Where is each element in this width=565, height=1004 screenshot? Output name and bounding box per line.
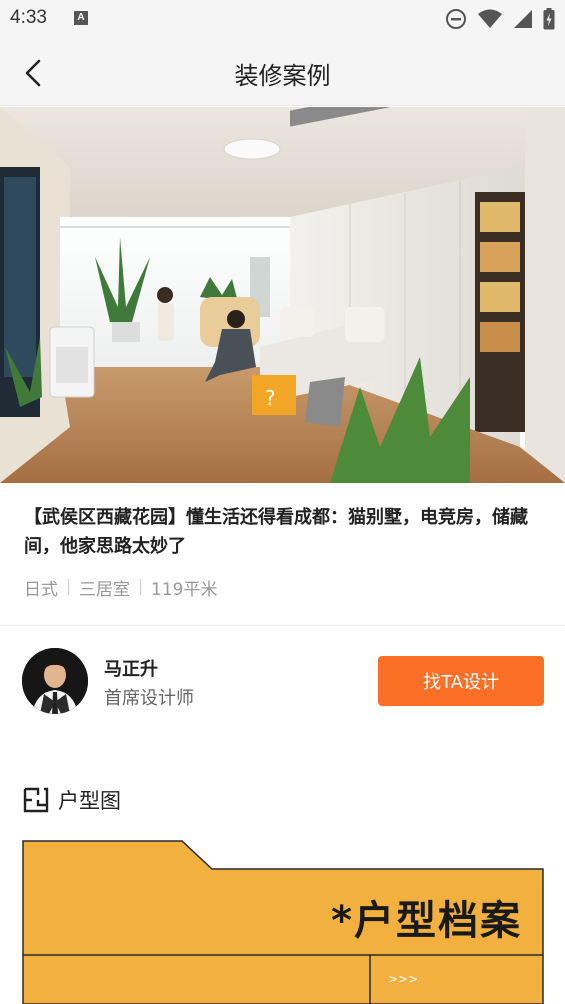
floorplan-section-title: 户型图 [58, 789, 121, 813]
tag-layout: 三居室 [79, 579, 130, 600]
designer-avatar[interactable] [22, 648, 88, 714]
do-not-disturb-icon [446, 9, 466, 29]
tag-style: 日式 [24, 579, 58, 600]
floorplan-section-header: 户型图 [22, 784, 121, 816]
avatar-photo [22, 648, 88, 714]
wifi-icon [478, 9, 502, 28]
article-title: 【武侯区西藏花园】懂生活还得看成都：猫别墅，电竞房，储藏间，他家思路太妙了 [24, 507, 528, 557]
floorplan-icon [23, 787, 49, 813]
status-time: 4:33 [10, 7, 47, 28]
signal-icon [514, 10, 532, 28]
svg-text:?: ? [265, 386, 276, 410]
tag-area: 119平米 [151, 579, 218, 600]
status-bar: 4:33 A [0, 0, 565, 38]
living-room-photo: ? [0, 107, 565, 483]
battery-icon [543, 8, 555, 30]
status-icons [445, 7, 555, 31]
hero-image[interactable]: ? [0, 107, 565, 483]
floorplan-more-arrows: >>> [388, 972, 419, 986]
section-divider [0, 625, 565, 626]
tag-divider [68, 579, 69, 595]
page-title: 装修案例 [234, 62, 331, 90]
tag-divider [140, 579, 141, 595]
nav-bar: 装修案例 [0, 38, 565, 106]
article-tags: 日式 三居室 119平米 [24, 575, 218, 600]
notification-badge: A [74, 11, 88, 25]
floorplan-banner[interactable]: *户型档案 >>> [22, 840, 544, 1004]
hire-designer-button[interactable]: 找TA设计 [378, 656, 544, 706]
floorplan-banner-title: *户型档案 [331, 898, 522, 944]
designer-role: 首席设计师 [104, 688, 194, 709]
designer-name: 马正升 [104, 659, 158, 680]
